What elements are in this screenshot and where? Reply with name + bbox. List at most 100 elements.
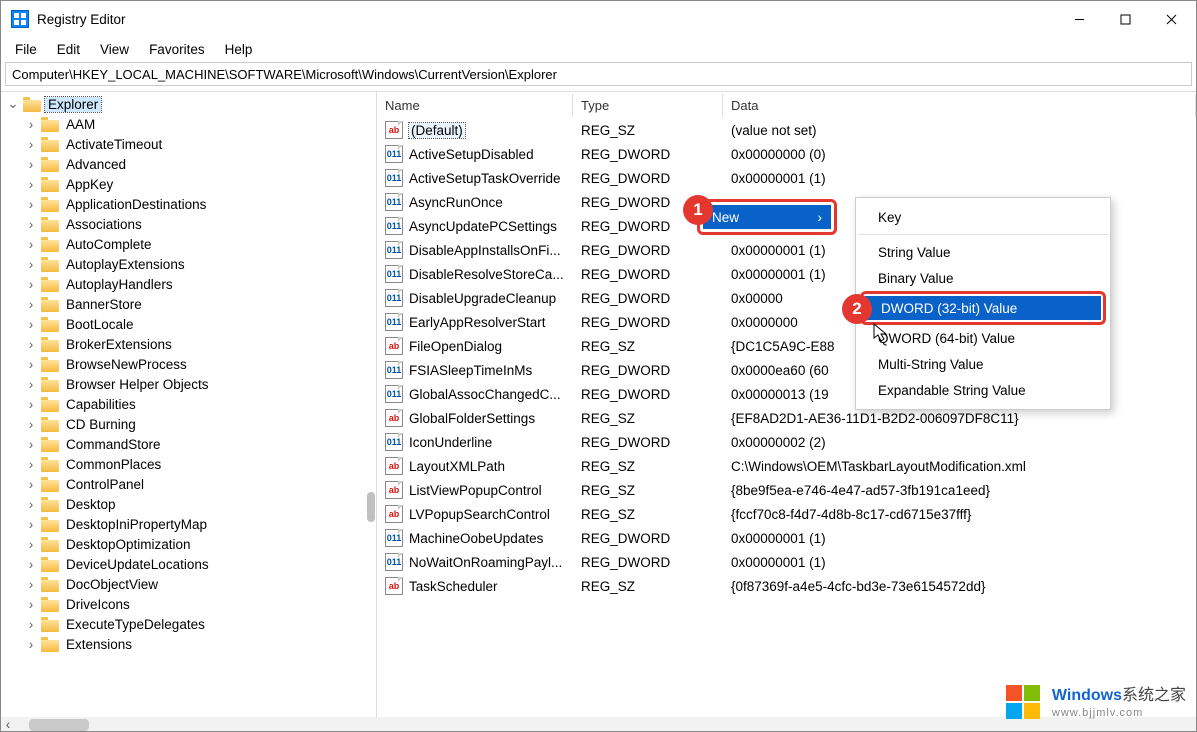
tree-item[interactable]: ›AutoplayExtensions xyxy=(1,254,376,274)
tree-item[interactable]: ›AppKey xyxy=(1,174,376,194)
chevron-right-icon[interactable]: › xyxy=(23,636,39,652)
tree-item[interactable]: ›DesktopOptimization xyxy=(1,534,376,554)
tree-item[interactable]: ›Associations xyxy=(1,214,376,234)
value-row[interactable]: 011NoWaitOnRoamingPayl...REG_DWORD0x0000… xyxy=(377,550,1196,574)
dword-value-icon: 011 xyxy=(385,289,403,307)
chevron-right-icon[interactable]: › xyxy=(23,116,39,132)
menu-edit[interactable]: Edit xyxy=(47,40,90,59)
menu-file[interactable]: File xyxy=(5,40,47,59)
ctx-item-binary-value[interactable]: Binary Value xyxy=(856,265,1110,291)
tree-label: Extensions xyxy=(63,637,135,652)
value-row[interactable]: abLVPopupSearchControlREG_SZ{fccf70c8-f4… xyxy=(377,502,1196,526)
tree-item[interactable]: ›ControlPanel xyxy=(1,474,376,494)
tree-item[interactable]: ›ApplicationDestinations xyxy=(1,194,376,214)
chevron-right-icon[interactable]: › xyxy=(23,456,39,472)
tree-item[interactable]: ›CommonPlaces xyxy=(1,454,376,474)
chevron-right-icon[interactable]: › xyxy=(23,376,39,392)
tree-vscroll-thumb[interactable] xyxy=(367,492,375,522)
tree-item[interactable]: ›Desktop xyxy=(1,494,376,514)
chevron-right-icon[interactable]: › xyxy=(23,436,39,452)
chevron-right-icon[interactable]: › xyxy=(23,576,39,592)
tree-item[interactable]: ›BrokerExtensions xyxy=(1,334,376,354)
chevron-down-icon[interactable]: ⌄ xyxy=(5,96,21,112)
ctx-item-multistring[interactable]: Multi-String Value xyxy=(856,351,1110,377)
tree-item[interactable]: ›ActivateTimeout xyxy=(1,134,376,154)
col-data[interactable]: Data xyxy=(723,94,1196,117)
chevron-right-icon[interactable]: › xyxy=(23,356,39,372)
hscroll-thumb[interactable] xyxy=(29,719,89,731)
chevron-right-icon[interactable]: › xyxy=(23,176,39,192)
tree-label: CD Burning xyxy=(63,417,139,432)
chevron-right-icon[interactable]: › xyxy=(23,396,39,412)
value-row[interactable]: 011ActiveSetupDisabledREG_DWORD0x0000000… xyxy=(377,142,1196,166)
chevron-right-icon[interactable]: › xyxy=(23,276,39,292)
chevron-right-icon[interactable]: › xyxy=(23,596,39,612)
chevron-right-icon[interactable]: › xyxy=(23,136,39,152)
value-row[interactable]: ab(Default)REG_SZ(value not set) xyxy=(377,118,1196,142)
chevron-right-icon[interactable]: › xyxy=(23,316,39,332)
value-row[interactable]: 011MachineOobeUpdatesREG_DWORD0x00000001… xyxy=(377,526,1196,550)
tree-item[interactable]: › DesktopIniPropertyMap xyxy=(1,514,376,534)
value-name: ActiveSetupDisabled xyxy=(409,147,534,162)
chevron-right-icon[interactable]: › xyxy=(23,416,39,432)
chevron-right-icon[interactable]: › xyxy=(23,216,39,232)
chevron-right-icon[interactable]: › xyxy=(23,156,39,172)
col-type[interactable]: Type xyxy=(573,94,723,117)
hscroll-left-icon[interactable]: ‹ xyxy=(1,717,15,732)
address-bar[interactable]: Computer\HKEY_LOCAL_MACHINE\SOFTWARE\Mic… xyxy=(5,62,1192,86)
minimize-button[interactable] xyxy=(1056,4,1102,34)
tree-item[interactable]: ›Browser Helper Objects xyxy=(1,374,376,394)
maximize-button[interactable] xyxy=(1102,4,1148,34)
tree-item[interactable]: ›BrowseNewProcess xyxy=(1,354,376,374)
value-row[interactable]: abListViewPopupControlREG_SZ{8be9f5ea-e7… xyxy=(377,478,1196,502)
ctx-item-key[interactable]: Key xyxy=(856,204,1110,230)
tree-item[interactable]: ›ExecuteTypeDelegates xyxy=(1,614,376,634)
menu-help[interactable]: Help xyxy=(215,40,263,59)
folder-icon xyxy=(41,437,59,452)
chevron-right-icon[interactable]: › xyxy=(23,536,39,552)
ctx-item-string-value[interactable]: String Value xyxy=(856,239,1110,265)
value-data: C:\Windows\OEM\TaskbarLayoutModification… xyxy=(723,459,1196,474)
tree-item[interactable]: › BootLocale xyxy=(1,314,376,334)
key-tree[interactable]: ⌄Explorer›AAM›ActivateTimeout›Advanced›A… xyxy=(1,91,377,717)
chevron-right-icon[interactable]: › xyxy=(23,296,39,312)
context-menu-item-new[interactable]: New › xyxy=(703,205,831,229)
value-row[interactable]: abTaskSchedulerREG_SZ{0f87369f-a4e5-4cfc… xyxy=(377,574,1196,598)
tree-item[interactable]: › CD Burning xyxy=(1,414,376,434)
ctx-item-qword64[interactable]: QWORD (64-bit) Value xyxy=(856,325,1110,351)
tree-item-root[interactable]: ⌄Explorer xyxy=(1,94,376,114)
value-row[interactable]: 011ActiveSetupTaskOverrideREG_DWORD0x000… xyxy=(377,166,1196,190)
value-row[interactable]: 011IconUnderlineREG_DWORD0x00000002 (2) xyxy=(377,430,1196,454)
tree-item[interactable]: ›Capabilities xyxy=(1,394,376,414)
chevron-right-icon[interactable]: › xyxy=(23,336,39,352)
chevron-right-icon[interactable]: › xyxy=(23,236,39,252)
ctx-item-dword32[interactable]: DWORD (32-bit) Value xyxy=(865,296,1101,320)
tree-item[interactable]: ›CommandStore xyxy=(1,434,376,454)
chevron-right-icon[interactable]: › xyxy=(23,556,39,572)
tree-item[interactable]: ›DriveIcons xyxy=(1,594,376,614)
tree-item[interactable]: ›DocObjectView xyxy=(1,574,376,594)
value-row[interactable]: abLayoutXMLPathREG_SZC:\Windows\OEM\Task… xyxy=(377,454,1196,478)
tree-item[interactable]: ›DeviceUpdateLocations xyxy=(1,554,376,574)
close-button[interactable] xyxy=(1148,4,1194,34)
chevron-right-icon[interactable]: › xyxy=(23,496,39,512)
chevron-right-icon[interactable]: › xyxy=(23,196,39,212)
tree-item[interactable]: ›AutoplayHandlers xyxy=(1,274,376,294)
menu-favorites[interactable]: Favorites xyxy=(139,40,215,59)
tree-item[interactable]: › Extensions xyxy=(1,634,376,654)
tree-label: DesktopIniPropertyMap xyxy=(63,517,210,532)
menu-view[interactable]: View xyxy=(90,40,139,59)
ctx-item-expandablestring[interactable]: Expandable String Value xyxy=(856,377,1110,403)
chevron-right-icon[interactable]: › xyxy=(23,476,39,492)
tree-item[interactable]: ›AAM xyxy=(1,114,376,134)
chevron-right-icon[interactable]: › xyxy=(23,256,39,272)
tree-item[interactable]: ›BannerStore xyxy=(1,294,376,314)
tree-item[interactable]: ›Advanced xyxy=(1,154,376,174)
folder-icon xyxy=(41,257,59,272)
dword-value-icon: 011 xyxy=(385,553,403,571)
chevron-right-icon[interactable]: › xyxy=(23,516,39,532)
chevron-right-icon[interactable]: › xyxy=(23,616,39,632)
tree-label: BootLocale xyxy=(63,317,137,332)
col-name[interactable]: Name xyxy=(377,94,573,117)
tree-item[interactable]: ›AutoComplete xyxy=(1,234,376,254)
